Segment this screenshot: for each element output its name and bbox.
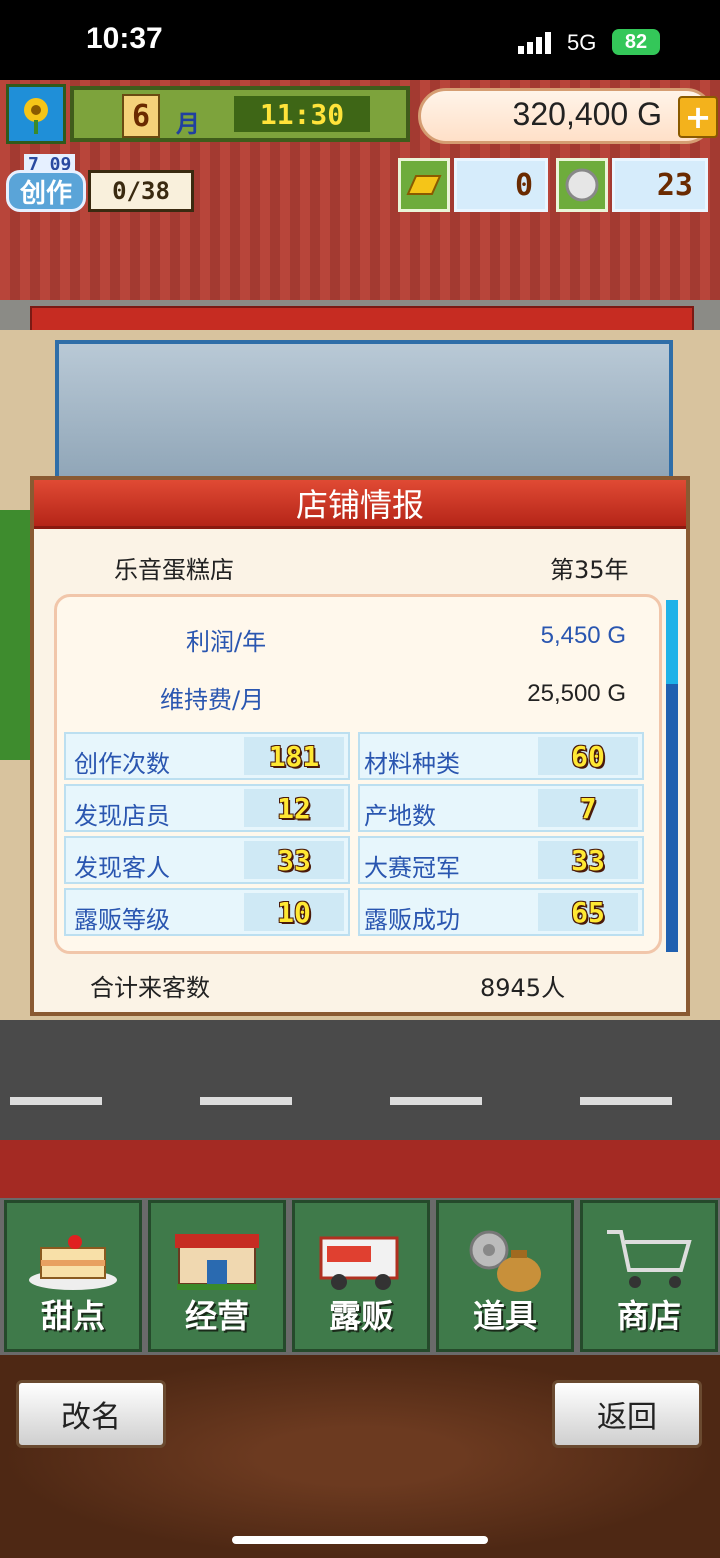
gold-bar-resource bbox=[398, 158, 450, 212]
medal-resource bbox=[556, 158, 608, 212]
lane-marking bbox=[580, 1097, 672, 1105]
profit-label: 利润/年 bbox=[186, 628, 267, 656]
stat-customers-found: 发现客人 33 bbox=[64, 836, 350, 884]
sunflower-icon bbox=[24, 98, 48, 134]
gold-amount: 320,400 G bbox=[512, 96, 662, 132]
cake-icon bbox=[7, 1219, 139, 1299]
nav-label: 商店 bbox=[616, 1297, 681, 1335]
signal-icon bbox=[518, 32, 551, 54]
stat-label: 露贩成功 bbox=[364, 906, 460, 934]
upkeep-label: 维持费/月 bbox=[160, 686, 265, 714]
add-gold-button[interactable]: + bbox=[678, 96, 718, 138]
dialog-title: 店铺情报 bbox=[34, 480, 686, 529]
stat-value: 181 bbox=[244, 737, 344, 775]
food-truck-icon bbox=[295, 1219, 427, 1299]
stat-value: 10 bbox=[244, 893, 344, 931]
network-type: 5G bbox=[567, 30, 597, 55]
medal-icon bbox=[565, 168, 599, 202]
stat-value: 33 bbox=[538, 841, 638, 879]
stat-label: 大赛冠军 bbox=[364, 854, 460, 882]
nav-label: 甜点 bbox=[40, 1297, 105, 1335]
stat-label: 露贩等级 bbox=[74, 906, 170, 934]
upkeep-value: 25,500 G bbox=[527, 680, 626, 707]
shop-building-icon bbox=[151, 1219, 283, 1299]
nav-sweets[interactable]: 甜点 bbox=[4, 1200, 142, 1352]
month-number: 6 bbox=[122, 94, 160, 138]
create-progress: 0/38 bbox=[88, 170, 194, 212]
stat-label: 创作次数 bbox=[74, 750, 170, 778]
sunflower-avatar[interactable] bbox=[6, 84, 66, 144]
shopping-cart-icon bbox=[583, 1219, 715, 1299]
stat-label: 发现客人 bbox=[74, 854, 170, 882]
stat-origin-count: 产地数 7 bbox=[358, 784, 644, 832]
stat-label: 材料种类 bbox=[364, 750, 460, 778]
game-time: 11:30 bbox=[234, 96, 370, 132]
shop-name: 乐音蛋糕店 bbox=[114, 556, 234, 584]
create-badge[interactable]: 创作 bbox=[6, 170, 86, 212]
stat-material-types: 材料种类 60 bbox=[358, 732, 644, 780]
profit-value: 5,450 G bbox=[540, 622, 626, 649]
stat-stall-success: 露贩成功 65 bbox=[358, 888, 644, 936]
nav-label: 道具 bbox=[472, 1297, 537, 1335]
stat-staff-found: 发现店员 12 bbox=[64, 784, 350, 832]
battery-indicator: 82 bbox=[612, 29, 660, 55]
nav-label: 露贩 bbox=[328, 1297, 393, 1335]
lane-marking bbox=[200, 1097, 292, 1105]
gear-sack-icon bbox=[439, 1219, 571, 1299]
red-carpet bbox=[0, 1140, 720, 1198]
stat-contest-wins: 大赛冠军 33 bbox=[358, 836, 644, 884]
status-time: 10:37 bbox=[86, 22, 163, 55]
lane-marking bbox=[390, 1097, 482, 1105]
stat-label: 产地数 bbox=[364, 802, 436, 830]
total-customers-value: 8945人 bbox=[480, 974, 566, 1002]
battery-level: 82 bbox=[624, 30, 648, 53]
month-label: 月 bbox=[176, 110, 200, 138]
stat-value: 33 bbox=[244, 841, 344, 879]
home-indicator[interactable] bbox=[232, 1536, 488, 1544]
shop-year: 第35年 bbox=[550, 556, 629, 584]
nav-store[interactable]: 商店 bbox=[580, 1200, 718, 1352]
stat-value: 60 bbox=[538, 737, 638, 775]
rename-button[interactable]: 改名 bbox=[16, 1380, 166, 1448]
total-customers-label: 合计来客数 bbox=[90, 974, 210, 1002]
scrollbar-fill bbox=[666, 684, 678, 952]
back-button[interactable]: 返回 bbox=[552, 1380, 702, 1448]
nav-management[interactable]: 经营 bbox=[148, 1200, 286, 1352]
stat-stall-level: 露贩等级 10 bbox=[64, 888, 350, 936]
medal-count: 23 bbox=[612, 158, 708, 212]
stat-value: 7 bbox=[538, 789, 638, 827]
lane-marking bbox=[10, 1097, 102, 1105]
gold-bar-count: 0 bbox=[454, 158, 548, 212]
stat-create-count: 创作次数 181 bbox=[64, 732, 350, 780]
road bbox=[0, 1020, 720, 1140]
scrollbar-thumb[interactable] bbox=[666, 600, 678, 684]
nav-stall[interactable]: 露贩 bbox=[292, 1200, 430, 1352]
gold-bar-icon bbox=[406, 175, 442, 195]
nav-label: 经营 bbox=[184, 1297, 249, 1335]
stat-label: 发现店员 bbox=[74, 802, 170, 830]
stat-value: 12 bbox=[244, 789, 344, 827]
stat-value: 65 bbox=[538, 893, 638, 931]
shop-window bbox=[55, 340, 673, 488]
nav-items[interactable]: 道具 bbox=[436, 1200, 574, 1352]
